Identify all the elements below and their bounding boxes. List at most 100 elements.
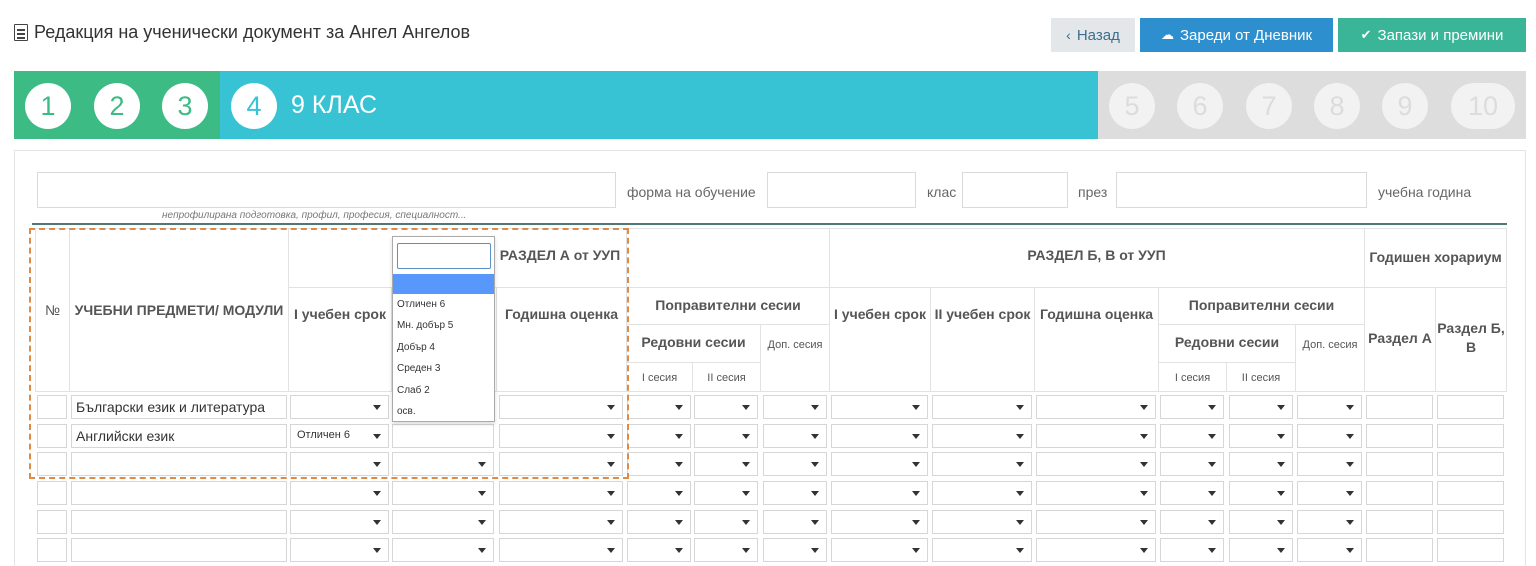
hours-input[interactable] — [1437, 481, 1504, 505]
grade-select[interactable] — [694, 424, 758, 448]
hours-input[interactable] — [1366, 538, 1433, 562]
hours-input[interactable] — [1366, 424, 1433, 448]
hours-input[interactable] — [1437, 510, 1504, 534]
hours-input[interactable] — [1437, 538, 1504, 562]
grade-select[interactable] — [499, 510, 623, 534]
subject-input[interactable] — [71, 510, 287, 534]
grade-select[interactable] — [290, 510, 389, 534]
dropdown-highlighted-option[interactable] — [393, 274, 494, 294]
step-9[interactable]: 9 — [1382, 83, 1428, 129]
hours-input[interactable] — [1366, 395, 1433, 419]
grade-select[interactable] — [694, 395, 758, 419]
grade-select[interactable] — [1036, 538, 1156, 562]
grade-select[interactable] — [763, 481, 827, 505]
grade-select[interactable] — [932, 510, 1032, 534]
grade-select[interactable] — [392, 510, 494, 534]
grade-select[interactable] — [763, 424, 827, 448]
grade-select[interactable] — [1036, 395, 1156, 419]
hours-input[interactable] — [1366, 481, 1433, 505]
grade-select[interactable] — [627, 395, 691, 419]
grade-select[interactable] — [1229, 538, 1293, 562]
grade-select[interactable] — [763, 395, 827, 419]
grade-select[interactable] — [932, 538, 1032, 562]
grade-select[interactable] — [694, 538, 758, 562]
grade-select[interactable] — [763, 510, 827, 534]
grade-select[interactable] — [831, 510, 928, 534]
dropdown-option[interactable]: Добър 4 — [397, 342, 435, 353]
grade-select[interactable] — [627, 481, 691, 505]
grade-select[interactable] — [290, 538, 389, 562]
grade-select[interactable] — [932, 452, 1032, 476]
load-from-diary-button[interactable]: ☁ Зареди от Дневник — [1140, 18, 1333, 52]
grade-select[interactable] — [694, 452, 758, 476]
dropdown-option[interactable]: Мн. добър 5 — [397, 320, 453, 331]
grade-select[interactable] — [831, 452, 928, 476]
grade-select[interactable] — [627, 538, 691, 562]
year-input[interactable] — [1116, 172, 1367, 208]
row-number-input[interactable] — [37, 481, 67, 505]
grade-select[interactable] — [932, 395, 1032, 419]
save-and-continue-button[interactable]: ✔ Запази и премини — [1338, 18, 1526, 52]
dropdown-option[interactable]: Отличен 6 — [397, 299, 445, 310]
grade-select[interactable] — [763, 538, 827, 562]
grade-select[interactable] — [290, 481, 389, 505]
subject-input[interactable] — [71, 481, 287, 505]
hours-input[interactable] — [1437, 395, 1504, 419]
grade-select[interactable] — [694, 481, 758, 505]
grade-select[interactable] — [392, 481, 494, 505]
dropdown-option[interactable]: Среден 3 — [397, 363, 440, 374]
form-of-education-input[interactable] — [767, 172, 916, 208]
grade-select[interactable] — [1160, 510, 1224, 534]
grade-select[interactable] — [1229, 452, 1293, 476]
grade-select[interactable] — [1160, 452, 1224, 476]
grade-select[interactable] — [831, 424, 928, 448]
grade-select[interactable] — [627, 452, 691, 476]
dropdown-option[interactable]: Слаб 2 — [397, 385, 430, 396]
grade-select[interactable] — [1297, 424, 1362, 448]
grade-select[interactable] — [1160, 481, 1224, 505]
step-4[interactable]: 4 — [231, 83, 277, 129]
grade-select[interactable] — [831, 481, 928, 505]
subject-input[interactable] — [71, 538, 287, 562]
step-8[interactable]: 8 — [1314, 83, 1360, 129]
grade-select[interactable] — [1297, 538, 1362, 562]
row-number-input[interactable] — [37, 538, 67, 562]
grade-select[interactable] — [1229, 424, 1293, 448]
hours-input[interactable] — [1366, 452, 1433, 476]
hours-input[interactable] — [1366, 510, 1433, 534]
grade-select[interactable] — [499, 481, 623, 505]
grade-select[interactable] — [499, 538, 623, 562]
grade-select[interactable] — [1036, 424, 1156, 448]
grade-select[interactable] — [763, 452, 827, 476]
grade-select[interactable] — [932, 424, 1032, 448]
step-3[interactable]: 3 — [162, 83, 208, 129]
step-7[interactable]: 7 — [1246, 83, 1292, 129]
class-input[interactable] — [962, 172, 1068, 208]
grade-select[interactable] — [1160, 538, 1224, 562]
grade-select[interactable] — [627, 424, 691, 448]
grade-select[interactable] — [1297, 452, 1362, 476]
step-6[interactable]: 6 — [1177, 83, 1223, 129]
grade-select[interactable] — [627, 510, 691, 534]
grade-select[interactable] — [1229, 481, 1293, 505]
grade-select[interactable] — [831, 395, 928, 419]
dropdown-search-input[interactable] — [397, 243, 491, 269]
grade-select[interactable] — [1229, 395, 1293, 419]
grade-select[interactable] — [392, 538, 494, 562]
step-5[interactable]: 5 — [1109, 83, 1155, 129]
hours-input[interactable] — [1437, 452, 1504, 476]
grade-dropdown[interactable]: Отличен 6 Мн. добър 5 Добър 4 Среден 3 С… — [392, 236, 495, 422]
step-10[interactable]: 10 — [1451, 83, 1515, 129]
grade-select[interactable] — [1229, 510, 1293, 534]
grade-select[interactable] — [1160, 395, 1224, 419]
grade-select[interactable] — [694, 510, 758, 534]
grade-select[interactable] — [932, 481, 1032, 505]
row-number-input[interactable] — [37, 510, 67, 534]
grade-select[interactable] — [1036, 481, 1156, 505]
grade-select[interactable] — [1297, 481, 1362, 505]
grade-select[interactable] — [1160, 424, 1224, 448]
grade-select[interactable] — [1297, 395, 1362, 419]
step-2[interactable]: 2 — [94, 83, 140, 129]
dropdown-option[interactable]: осв. — [397, 406, 416, 417]
grade-select[interactable] — [831, 538, 928, 562]
